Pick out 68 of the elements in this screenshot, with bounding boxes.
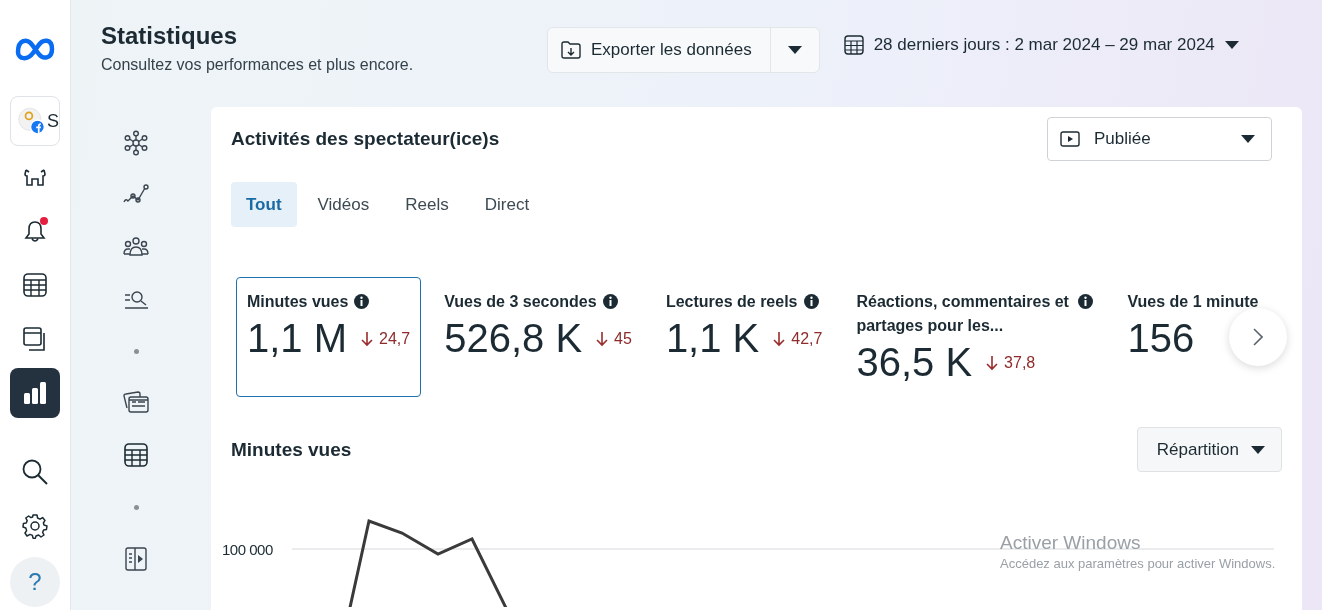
axis-label: 100 000 [222,541,274,558]
caret-icon [1241,135,1255,143]
metric-value: 156 [1127,316,1195,361]
metric-change: 37,8 [1004,353,1036,372]
separator-dot [133,348,139,354]
card-title: Activités des spectateur(ice)s [231,128,500,150]
nav-item[interactable] [10,368,60,418]
cards-icon[interactable] [122,391,150,415]
chart-title: Minutes vues [231,438,352,461]
caret-icon [1251,445,1265,454]
infinity-logo-icon[interactable] [13,35,57,61]
settings-icon [22,513,48,539]
people-icon[interactable] [122,236,150,258]
page-title: Statistiques [101,22,239,50]
help-button[interactable]: ? [10,557,60,607]
metric-title: Vues de 3 secondes [444,292,597,312]
tab[interactable]: Vidéos [302,182,385,227]
metric-title: Minutes vues [247,292,349,312]
date-range-button[interactable]: 28 derniers jours : 2 mar 2024 – 29 mar 2024 [843,36,1239,54]
metric-title: Lectures de reels [665,292,798,312]
panel-play-icon[interactable] [124,546,148,572]
metric-value: 1,1 K [665,316,760,361]
metric-value: 1,1 M [247,316,348,361]
page-subtitle: Consultez vos performances et plus encore. [101,56,415,74]
info-icon [1078,294,1094,309]
tab[interactable]: Reels [390,182,464,227]
activation-notice-text: Accédez aux paramètres pour activer Windows. [1000,556,1276,571]
table-icon [22,272,48,298]
down-arrow-icon [773,330,786,347]
metric-card[interactable]: Vues de 3 secondes 526,8 K 45 [433,277,643,397]
bell-icon [23,218,47,244]
info-icon [354,294,370,309]
activation-notice-title: Activer Windows [1000,532,1142,554]
metric-card[interactable]: Réactions, commentaires et partages pour les... 36,5 K 37,8 [845,277,1105,397]
metric-value: 526,8 K [444,316,583,361]
tab[interactable]: Tout [231,182,297,227]
down-arrow-icon [596,330,609,347]
stacked-windows-icon [22,326,48,352]
info-icon [803,294,819,309]
metric-title: Réactions, commentaires et partages pour les... [856,292,1070,336]
metric-card[interactable]: Vues de 1 minute 156 [1116,277,1293,397]
notification-dot [40,217,48,225]
calendar-icon [843,35,864,55]
caret-icon [787,46,802,54]
chevron-right-icon [1253,328,1263,346]
breakdown-dropdown[interactable]: Répartition [1136,427,1282,472]
storefront-icon [23,166,47,188]
account-switcher[interactable]: S [10,96,60,146]
metric-card[interactable]: Lectures de reels 1,1 K 42,7 [654,277,834,397]
metric-title: Vues de 1 minute [1127,292,1259,312]
separator-dot [133,504,139,510]
network-icon[interactable] [123,130,149,156]
metric-change: 42,7 [791,329,823,348]
metric-value: 36,5 K [856,340,973,385]
folder-download-icon [561,41,581,59]
metric-card[interactable]: Minutes vues 1,1 M 24,7 [236,277,422,397]
status-dropdown[interactable]: Publiée [1047,117,1272,161]
metric-change: 24,7 [379,329,411,348]
video-icon [1060,131,1080,147]
down-arrow-icon [986,354,999,371]
metric-change: 45 [614,329,632,348]
down-arrow-icon [361,330,374,347]
caret-icon [1224,41,1239,49]
tab[interactable]: Direct [469,182,545,227]
info-icon [602,294,618,309]
table-icon [123,442,149,468]
search-icon [21,458,49,486]
bar-chart-icon [22,381,48,405]
